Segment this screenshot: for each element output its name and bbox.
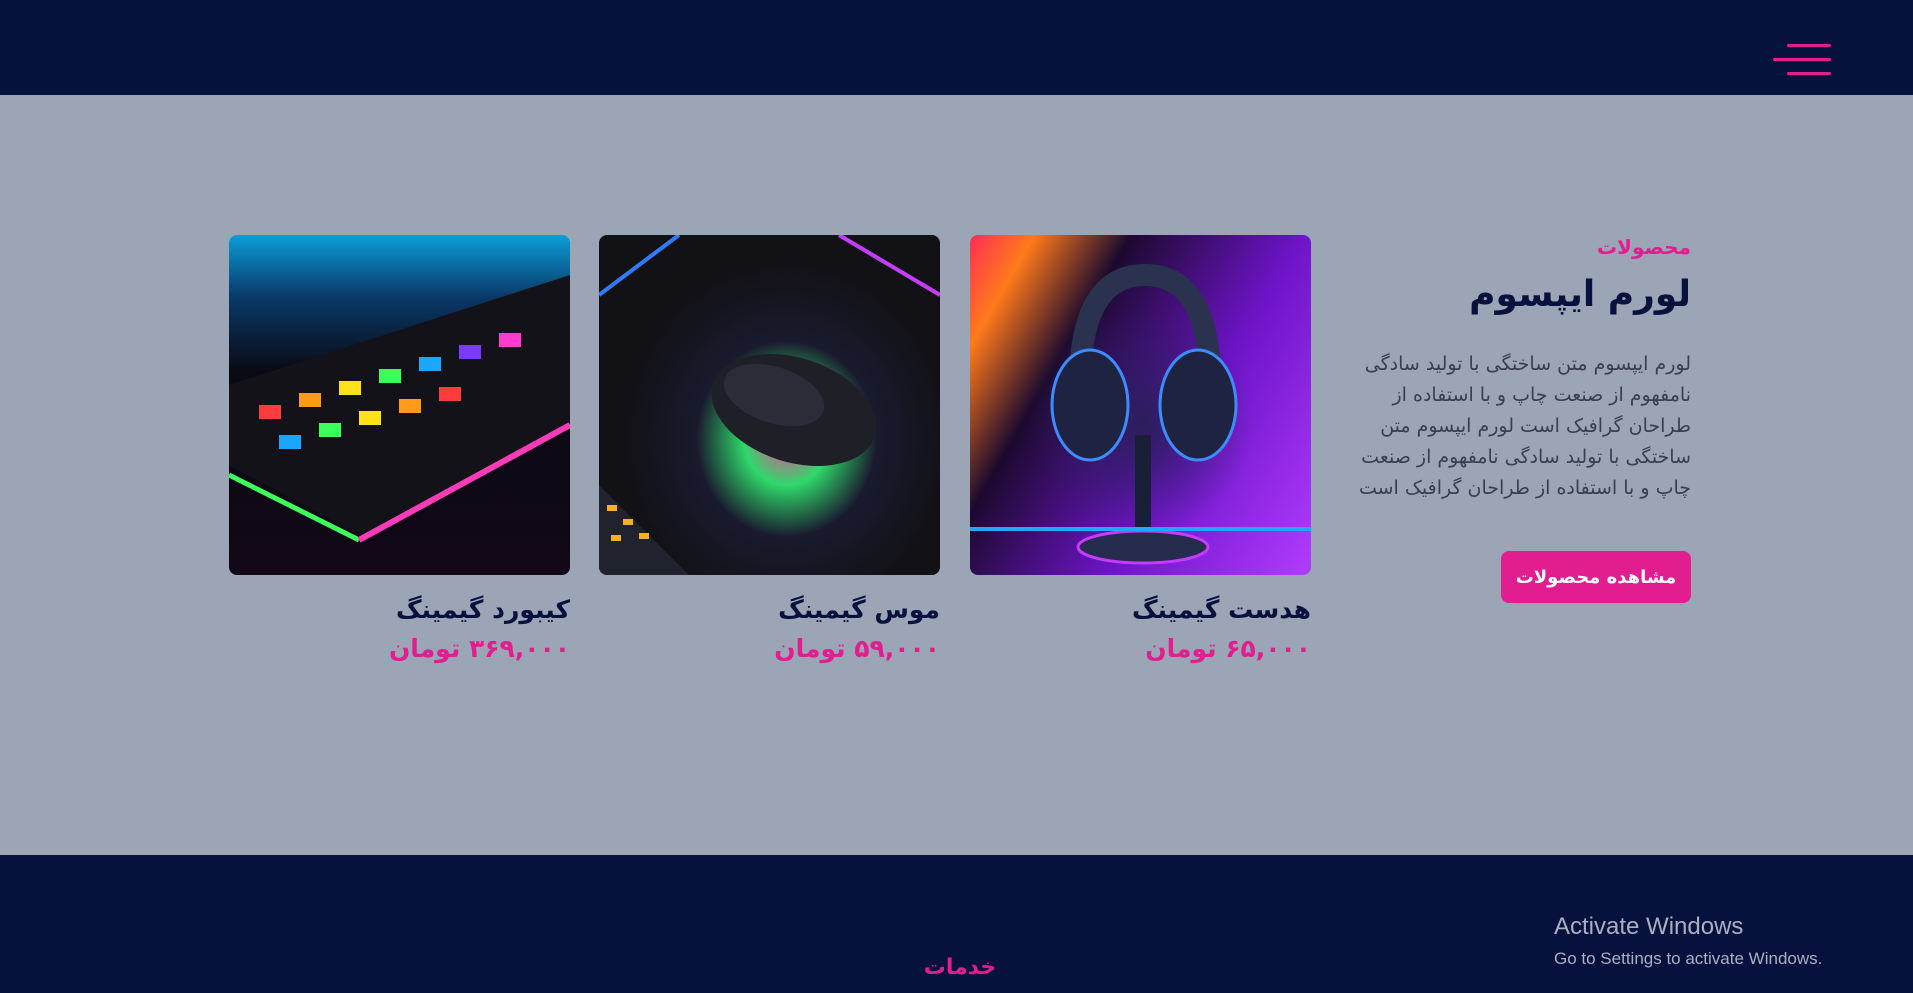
menu-line (1773, 58, 1831, 61)
product-price: ۳۶۹,۰۰۰ تومان (388, 634, 570, 663)
mouse-illustration (599, 235, 940, 575)
product-price: ۵۹,۰۰۰ تومان (774, 634, 940, 663)
hamburger-menu-icon[interactable] (1773, 44, 1831, 84)
watermark-title: Activate Windows (1554, 913, 1744, 940)
product-name: هدست گیمینگ (1131, 595, 1311, 624)
section-description: لورم ایپسوم متن ساختگی با تولید سادگی نا… (1358, 353, 1691, 499)
keyboard-illustration (229, 275, 570, 543)
product-name: موس گیمینگ (778, 595, 940, 624)
gaming-headset-image[interactable] (970, 235, 1311, 575)
menu-line (1787, 44, 1831, 47)
products-intro: محصولات لورم ایپسوم لورم ایپسوم متن ساخت… (1350, 235, 1691, 504)
windows-activation-watermark: Activate Windows Go to Settings to activ… (1554, 913, 1822, 969)
gaming-keyboard-image[interactable] (229, 235, 570, 575)
product-card-mouse[interactable]: موس گیمینگ ۵۹,۰۰۰ تومان (599, 235, 940, 663)
section-eyebrow: محصولات (1596, 235, 1691, 259)
menu-line (1787, 72, 1831, 75)
watermark-subtitle: Go to Settings to activate Windows. (1554, 949, 1823, 968)
product-card-headset[interactable]: هدست گیمینگ ۶۵,۰۰۰ تومان (970, 235, 1311, 663)
view-products-button[interactable]: مشاهده محصولات (1501, 551, 1691, 603)
section-title: لورم ایپسوم (1469, 274, 1691, 315)
product-card-keyboard[interactable]: کیبورد گیمینگ ۳۶۹,۰۰۰ تومان (229, 235, 570, 663)
product-price: ۶۵,۰۰۰ تومان (1145, 634, 1311, 663)
services-heading: خدمات (923, 955, 997, 980)
headset-illustration (970, 263, 1311, 565)
top-navbar (0, 0, 1913, 95)
gaming-mouse-image[interactable] (599, 235, 940, 575)
product-name: کیبورد گیمینگ (395, 595, 570, 624)
